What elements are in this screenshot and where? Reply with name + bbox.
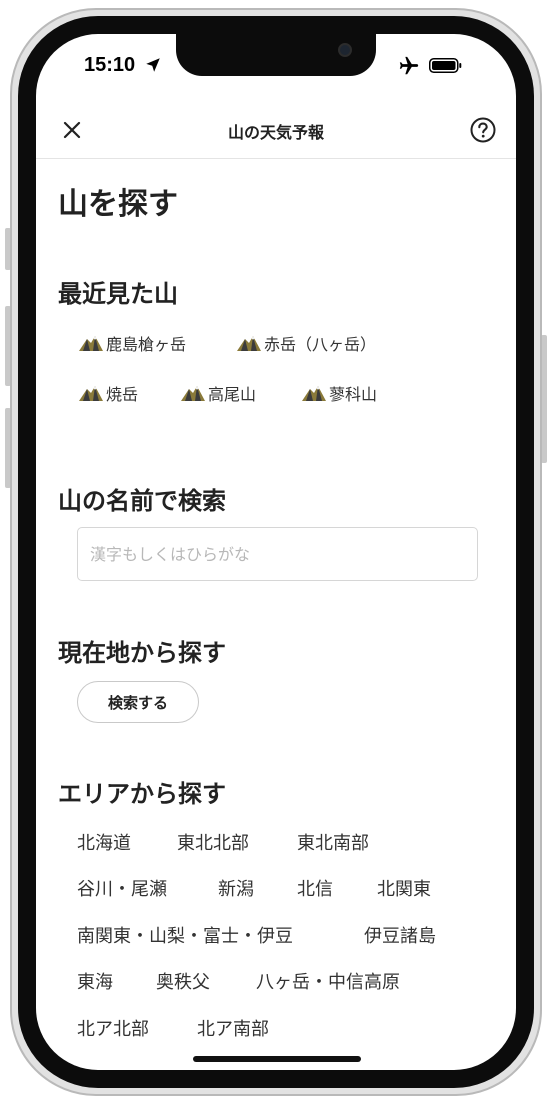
location-arrow-icon	[146, 58, 160, 72]
phone-screen: 15:10 山の天気予報 山を探す 最近見た山 鹿島槍ヶ岳 赤岳（八ヶ岳） 焼岳…	[36, 34, 516, 1070]
recent-mountain-name: 高尾山	[208, 385, 257, 404]
nav-bar: 山の天気予報	[36, 104, 516, 159]
battery-icon	[429, 58, 462, 73]
area-item[interactable]: 北ア北部	[77, 1015, 149, 1041]
status-time: 15:10	[84, 54, 136, 76]
location-search-button[interactable]: 検索する	[77, 681, 199, 723]
front-camera	[338, 43, 352, 57]
area-item[interactable]: 東北北部	[177, 829, 249, 855]
recent-mountain-name: 焼岳	[106, 385, 139, 404]
mountain-icon	[302, 386, 326, 401]
recent-mountain-name: 赤岳（八ヶ岳）	[264, 335, 377, 354]
location-section-title: 現在地から探す	[58, 639, 226, 667]
home-indicator[interactable]	[193, 1056, 361, 1062]
area-item[interactable]: 谷川・尾瀬	[77, 875, 167, 901]
recent-mountain-item[interactable]: 赤岳（八ヶ岳）	[236, 331, 376, 355]
nav-title: 山の天気予報	[227, 123, 324, 142]
area-item[interactable]: 北関東	[377, 875, 431, 901]
recent-section-title: 最近見た山	[58, 280, 178, 308]
search-section-title: 山の名前で検索	[58, 487, 226, 515]
recent-mountain-item[interactable]: 焼岳	[78, 381, 138, 405]
area-item[interactable]: 東北南部	[297, 829, 369, 855]
recent-mountain-name: 鹿島槍ヶ岳	[106, 335, 187, 354]
recent-mountain-item[interactable]: 鹿島槍ヶ岳	[78, 331, 186, 355]
area-item[interactable]: 北信	[297, 875, 333, 901]
area-item[interactable]: 新潟	[218, 875, 254, 901]
mountain-icon	[79, 336, 103, 351]
area-item[interactable]: 東海	[77, 968, 113, 994]
recent-mountain-item[interactable]: 蓼科山	[301, 381, 377, 405]
notch	[176, 34, 376, 76]
mountain-search-input[interactable]	[77, 527, 478, 581]
recent-mountain-item[interactable]: 高尾山	[180, 381, 256, 405]
area-item[interactable]: 八ヶ岳・中信高原	[256, 968, 400, 994]
area-item[interactable]: 伊豆諸島	[364, 922, 436, 948]
page-title: 山を探す	[58, 187, 178, 222]
area-item[interactable]: 南関東・山梨・富士・伊豆	[77, 922, 293, 948]
help-icon[interactable]	[470, 117, 496, 143]
recent-mountain-name: 蓼科山	[329, 385, 378, 404]
mountain-icon	[79, 386, 103, 401]
area-item[interactable]: 北海道	[77, 829, 131, 855]
area-item[interactable]: 奥秩父	[156, 968, 210, 994]
area-section-title: エリアから探す	[58, 780, 226, 808]
area-item[interactable]: 北ア南部	[197, 1015, 269, 1041]
airplane-mode-icon	[399, 56, 419, 75]
mountain-icon	[181, 386, 205, 401]
mountain-icon	[237, 336, 261, 351]
